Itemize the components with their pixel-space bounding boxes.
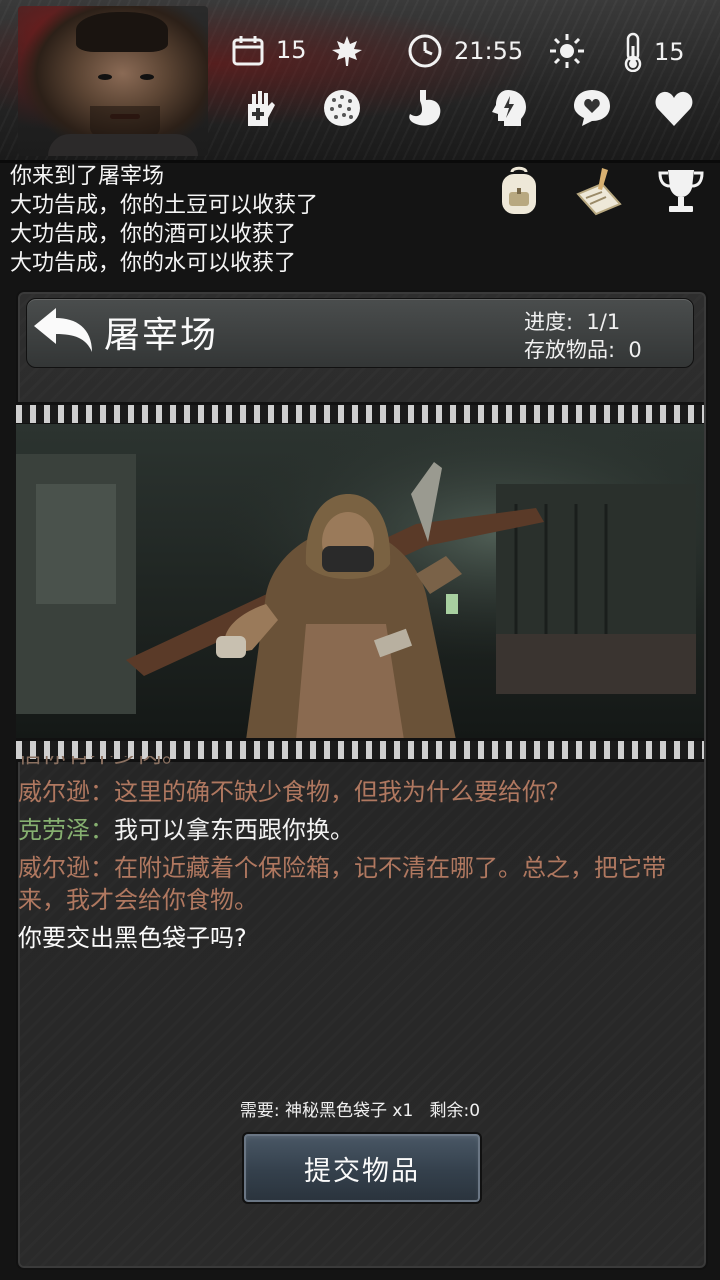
storage-label: 存放物品: 0 [524, 338, 642, 362]
dialogue-text: 在附近藏着个保险箱，记不清在哪了。总之，把它带来，我才会给你食物。 [18, 854, 666, 914]
log-line: 大功告成，你的酒可以收获了 [10, 222, 297, 247]
speaker-separator: ： [90, 816, 114, 844]
character-portrait[interactable] [18, 6, 208, 156]
dialogue-line: 威尔逊：在附近藏着个保险箱，记不清在哪了。总之，把它带来，我才会给你食物。 [18, 852, 686, 916]
required-item: 神秘黑色袋子 x1 [285, 1101, 414, 1121]
need-label: 需要: [239, 1101, 280, 1121]
location-title: 屠宰场 [104, 315, 219, 356]
day-value: 15 [276, 36, 307, 64]
time-value: 21:55 [454, 37, 524, 65]
dialogue-text: 我可以拿东西跟你换。 [114, 816, 354, 844]
dialogue-box[interactable]: 信你有不少肉。 威尔逊：这里的确不缺少食物，但我为什么要给你？ 克劳泽：我可以拿… [18, 756, 686, 1036]
achievements-button[interactable] [654, 164, 708, 218]
log-line: 大功告成，你的土豆可以收获了 [10, 193, 319, 218]
progress-label: 进度: 1/1 [524, 310, 621, 334]
back-button[interactable] [30, 306, 96, 356]
submit-item-button[interactable]: 提交物品 [242, 1132, 482, 1204]
log-line: 你来到了屠宰场 [10, 164, 165, 189]
survivor-character-image [16, 424, 704, 740]
dialogue-line: 威尔逊：这里的确不缺少食物，但我为什么要给你？ [18, 776, 686, 808]
speaker-separator: ： [90, 854, 114, 882]
speaker-separator: ： [90, 778, 114, 806]
temperature-indicator: 15 [622, 32, 685, 72]
health-status-button[interactable] [238, 86, 282, 130]
item-requirement: 需要: 神秘黑色袋子 x1 剩余:0 [0, 1096, 720, 1121]
log-line: 大功告成，你的水可以收获了 [10, 251, 297, 276]
status-bar [0, 0, 720, 163]
event-log: 你来到了屠宰场 大功告成，你的土豆可以收获了 大功告成，你的酒可以收获了 大功告… [10, 162, 480, 278]
notes-pen-icon [576, 168, 622, 216]
location-progress: 进度: 1/1 存放物品: 0 [524, 308, 642, 364]
speaker-name: 威尔逊 [18, 854, 90, 882]
mood-status-button[interactable] [570, 86, 614, 130]
speaker-name: 克劳泽 [18, 816, 90, 844]
temperature-value: 15 [654, 38, 685, 66]
back-arrow-icon [34, 308, 92, 352]
weather-indicator [548, 32, 586, 70]
trophy-icon [658, 170, 704, 212]
clock-icon [408, 34, 442, 68]
dialogue-line: 克劳泽：我可以拿东西跟你换。 [18, 814, 686, 846]
dialogue-text: 这里的确不缺少食物，但我为什么要给你？ [114, 778, 570, 806]
dialogue-question: 你要交出黑色袋子吗? [18, 924, 247, 952]
stomach-icon [409, 90, 441, 126]
virus-cell-icon [324, 90, 360, 126]
film-border-top [16, 402, 704, 426]
maple-leaf-icon [332, 36, 362, 66]
backpack-button[interactable] [492, 164, 546, 218]
mental-status-button[interactable] [486, 86, 530, 130]
journal-button[interactable] [572, 164, 626, 218]
speech-heart-icon [574, 90, 610, 126]
backpack-icon [502, 166, 536, 214]
dialogue-clipped-line: 信你有不少肉。 [18, 756, 686, 770]
remaining-label: 剩余: [429, 1101, 470, 1121]
hunger-status-button[interactable] [402, 86, 446, 130]
day-counter: 15 [230, 32, 307, 68]
head-lightning-icon [492, 90, 526, 126]
remaining-count: 0 [469, 1101, 481, 1121]
bandaged-hand-icon [248, 91, 275, 126]
sun-icon [550, 34, 584, 68]
heart-icon [655, 91, 693, 126]
infection-status-button[interactable] [320, 86, 364, 130]
scene-illustration [16, 424, 704, 740]
thermometer-icon [624, 32, 642, 72]
calendar-icon [232, 36, 264, 66]
game-clock: 21:55 [406, 32, 523, 70]
health-heart-button[interactable] [652, 86, 696, 130]
speaker-name: 威尔逊 [18, 778, 90, 806]
season-indicator [330, 34, 364, 68]
